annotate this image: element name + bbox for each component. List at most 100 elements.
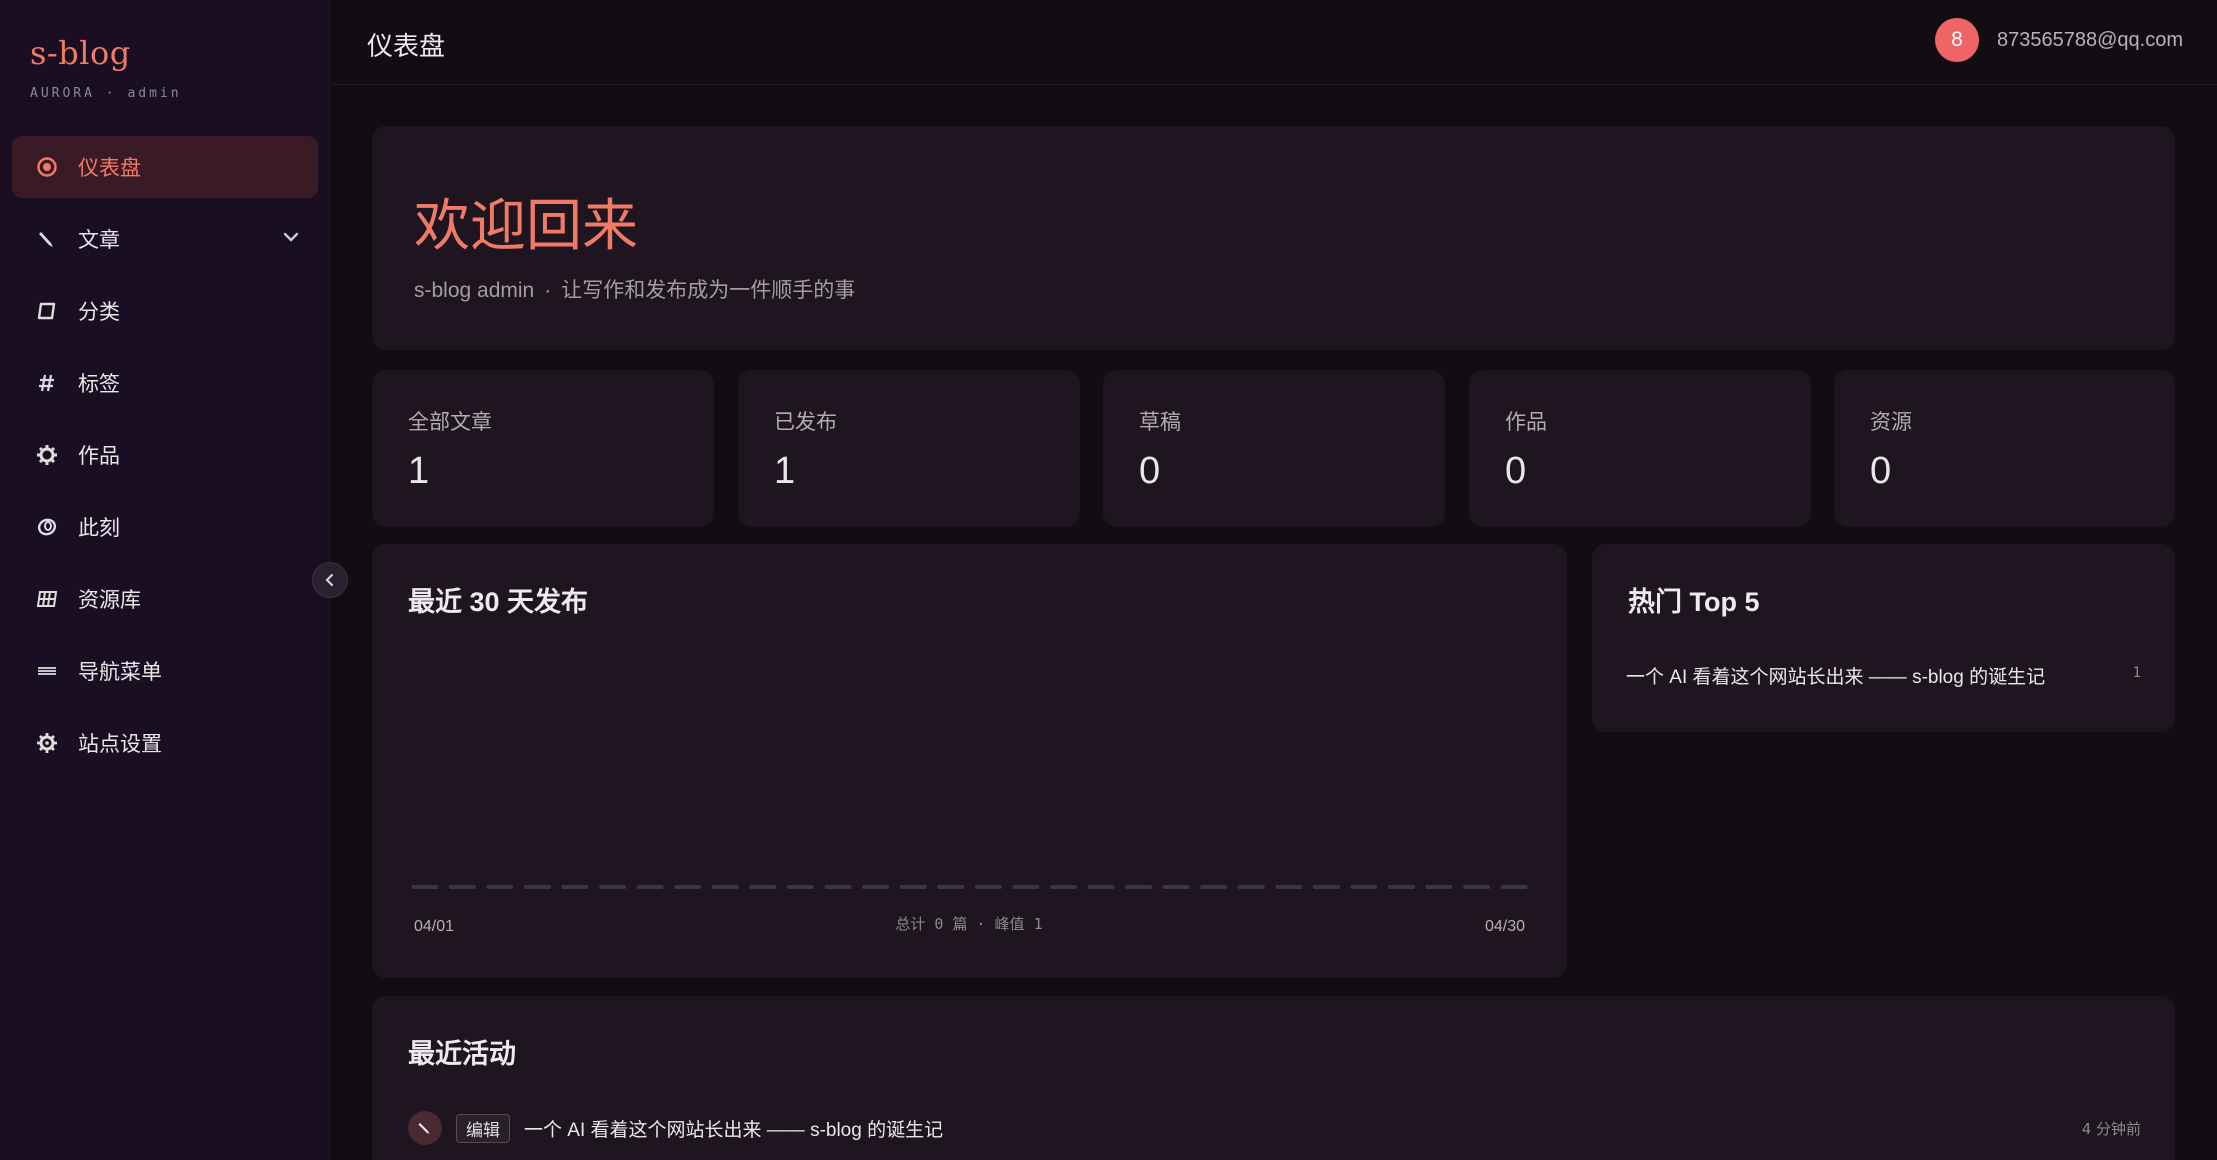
sidebar-item-label: 标签 — [78, 373, 120, 396]
moment-icon — [34, 514, 60, 540]
sidebar-item-settings[interactable]: 站点设置 — [12, 712, 318, 774]
stat-card-resources[interactable]: 资源 0 — [1834, 370, 2175, 527]
sidebar-item-label: 作品 — [78, 445, 120, 468]
activity-tag: 编辑 — [456, 1113, 510, 1143]
chart-bar-04/05[interactable] — [561, 885, 589, 889]
settings-icon — [34, 730, 60, 756]
chart-bar-04/25[interactable] — [1312, 885, 1340, 889]
welcome-subtitle: s-blog admin · 让写作和发布成为一件顺手的事 — [414, 274, 855, 304]
stat-card-all-articles[interactable]: 全部文章 1 — [372, 370, 714, 527]
hot-item-title[interactable]: 一个 AI 看着这个网站长出来 —— s-blog 的诞生记 — [1626, 662, 2045, 689]
hot-top5-card: 热门 Top 5 一个 AI 看着这个网站长出来 —— s-blog 的诞生记 … — [1592, 544, 2175, 732]
x-axis-start-label: 04/01 — [414, 918, 454, 935]
stat-label: 全部文章 — [408, 411, 492, 434]
avatar[interactable]: 8 — [1935, 18, 1979, 62]
chart-bar-04/23[interactable] — [1237, 885, 1265, 889]
chart-bar-04/27[interactable] — [1388, 885, 1415, 889]
activity-title: 最近活动 — [408, 1039, 516, 1069]
sidebar-item-categories[interactable]: 分类 — [12, 280, 318, 342]
chart-bar-04/12[interactable] — [824, 885, 852, 889]
welcome-card: 欢迎回来 s-blog admin · 让写作和发布成为一件顺手的事 — [372, 126, 2175, 350]
sidebar-item-articles[interactable]: 文章 — [12, 208, 318, 270]
chart-bar-04/20[interactable] — [1125, 885, 1152, 889]
chart-bar-04/21[interactable] — [1162, 885, 1190, 889]
chart-bar-04/11[interactable] — [786, 885, 814, 889]
hot-item-count: 1 — [2132, 665, 2141, 681]
sidebar-item-label: 资源库 — [78, 589, 141, 612]
chart-bar-04/02[interactable] — [448, 885, 476, 889]
chart-bar-04/15[interactable] — [937, 885, 965, 889]
sidebar: s-blog AURORA · admin 仪表盘 文章 分类 标签 作品 此刻… — [0, 0, 330, 1160]
pen-icon — [34, 226, 60, 252]
sidebar-item-label: 此刻 — [78, 517, 120, 540]
recent-activity-card: 最近活动 编辑 一个 AI 看着这个网站长出来 —— s-blog 的诞生记 4… — [372, 996, 2175, 1160]
sidebar-item-label: 分类 — [78, 301, 120, 324]
chart-bar-04/13[interactable] — [862, 885, 890, 889]
chart-bar-04/17[interactable] — [1012, 885, 1040, 889]
brand-subtitle: AURORA · admin — [30, 86, 182, 101]
library-icon — [34, 586, 60, 612]
sidebar-collapse-button[interactable] — [312, 562, 348, 598]
folder-icon — [34, 298, 60, 324]
stat-card-published[interactable]: 已发布 1 — [738, 370, 1080, 527]
sidebar-item-dashboard[interactable]: 仪表盘 — [12, 136, 318, 198]
stat-label: 资源 — [1870, 411, 1912, 434]
chart-bar-04/03[interactable] — [486, 885, 514, 889]
sidebar-item-library[interactable]: 资源库 — [12, 568, 318, 630]
stat-label: 草稿 — [1139, 411, 1181, 434]
chart-summary: 总计 0 篇 · 峰值 1 — [895, 915, 1042, 933]
brand-name[interactable]: s-blog — [30, 34, 182, 72]
chart-bar-04/01[interactable] — [411, 885, 439, 889]
hot-item[interactable]: 一个 AI 看着这个网站长出来 —— s-blog 的诞生记 1 — [1626, 662, 2141, 689]
chart-bar-04/28[interactable] — [1425, 885, 1453, 889]
stat-value: 0 — [1139, 450, 1161, 492]
stat-card-drafts[interactable]: 草稿 0 — [1103, 370, 1445, 527]
activity-time: 4 分钟前 — [2081, 1119, 2141, 1138]
sidebar-item-works[interactable]: 作品 — [12, 424, 318, 486]
sidebar-item-moments[interactable]: 此刻 — [12, 496, 318, 558]
sidebar-item-navigation[interactable]: 导航菜单 — [12, 640, 318, 702]
chart-bar-04/08[interactable] — [674, 885, 702, 889]
welcome-tagline: 让写作和发布成为一件顺手的事 — [561, 279, 856, 302]
stat-label: 已发布 — [774, 411, 837, 434]
chart-bar-04/10[interactable] — [749, 885, 777, 889]
publish-chart: 04/01 总计 0 篇 · 峰值 1 04/30 — [411, 885, 1528, 935]
sidebar-item-tags[interactable]: 标签 — [12, 352, 318, 414]
separator-dot: · — [544, 279, 552, 302]
chevron-down-icon[interactable] — [282, 228, 300, 251]
chart-bar-04/24[interactable] — [1275, 885, 1303, 889]
chart-bar-04/14[interactable] — [899, 885, 927, 889]
chart-bar-04/19[interactable] — [1087, 885, 1115, 889]
page-title: 仪表盘 — [367, 31, 446, 61]
stat-value: 0 — [1870, 450, 1892, 492]
top-bar: 仪表盘 8 873565788@qq.com — [331, 0, 2217, 85]
chart-bar-04/26[interactable] — [1350, 885, 1378, 889]
chart-bar-04/16[interactable] — [974, 885, 1002, 889]
chevron-left-icon — [325, 574, 333, 586]
chart-bar-04/04[interactable] — [524, 885, 551, 889]
activity-item[interactable]: 编辑 一个 AI 看着这个网站长出来 —— s-blog 的诞生记 4 分钟前 — [408, 1111, 2141, 1145]
publish-chart-card: 最近 30 天发布 04/01 总计 0 篇 · 峰值 1 04/30 — [372, 544, 1567, 978]
chart-bar-04/09[interactable] — [711, 885, 739, 889]
sidebar-nav: 仪表盘 文章 分类 标签 作品 此刻 资源库 导航菜单 站点设置 — [12, 136, 318, 784]
user-menu[interactable]: 8 873565788@qq.com — [1935, 18, 2183, 62]
chart-bar-04/22[interactable] — [1200, 885, 1228, 889]
chart-bar-04/07[interactable] — [636, 885, 664, 889]
hot-title: 热门 Top 5 — [1628, 587, 1760, 617]
stat-label: 作品 — [1505, 411, 1547, 434]
brand[interactable]: s-blog AURORA · admin — [30, 34, 182, 101]
stat-card-works[interactable]: 作品 0 — [1469, 370, 1811, 527]
chart-bar-04/30[interactable] — [1500, 885, 1528, 889]
dashboard-icon — [34, 154, 60, 180]
stat-value: 1 — [774, 450, 796, 492]
welcome-title: 欢迎回来 — [414, 194, 638, 259]
chart-bar-04/06[interactable] — [599, 885, 627, 889]
x-axis-end-label: 04/30 — [1485, 918, 1525, 935]
sidebar-item-label: 文章 — [78, 229, 120, 252]
activity-item-title[interactable]: 一个 AI 看着这个网站长出来 —— s-blog 的诞生记 — [524, 1115, 2082, 1142]
chart-bar-04/29[interactable] — [1463, 885, 1491, 889]
user-email[interactable]: 873565788@qq.com — [1997, 29, 2183, 52]
pen-icon — [408, 1111, 442, 1145]
chart-bar-04/18[interactable] — [1049, 885, 1077, 889]
sidebar-item-label: 仪表盘 — [78, 157, 141, 180]
